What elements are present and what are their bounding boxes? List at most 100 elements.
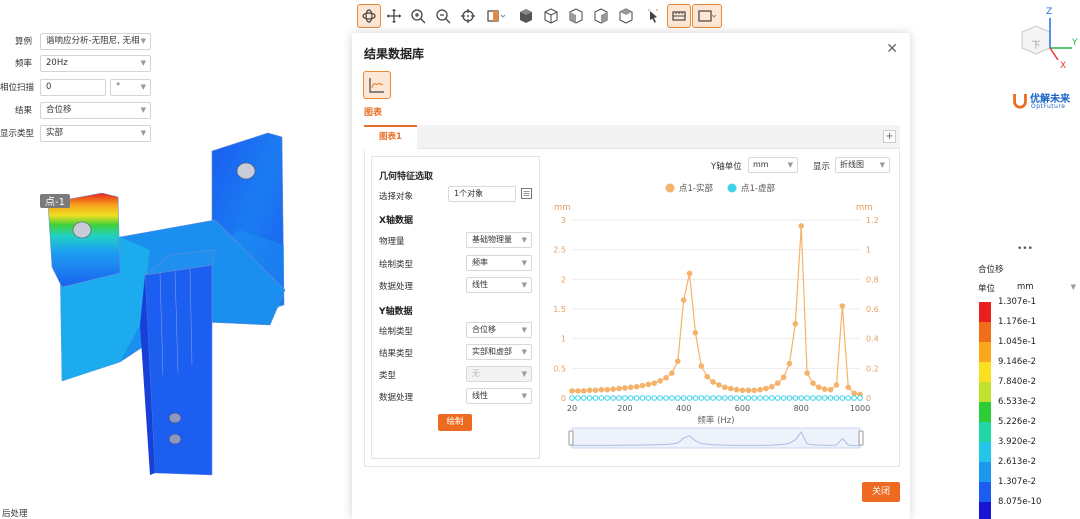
close-icon[interactable]: ✕: [886, 41, 898, 57]
draw-button[interactable]: 绘制: [438, 414, 472, 431]
y-type-select[interactable]: 无 ▼: [466, 366, 532, 382]
cube-side-button[interactable]: [564, 4, 588, 28]
zoom-in-button[interactable]: [406, 4, 430, 28]
colorbar-value: 1.307e-2: [998, 477, 1037, 487]
section-icon: [487, 10, 506, 22]
series-point: [751, 387, 758, 394]
param-row-phase: 相位扫描 0 ° ▼: [0, 78, 160, 96]
x-quantity-select[interactable]: 基础物理量 ▼: [466, 232, 532, 248]
x-plot-type-select[interactable]: 频率 ▼: [466, 255, 532, 271]
series-point: [839, 303, 846, 309]
series-point: [586, 387, 593, 394]
x-tick-label: 200: [617, 404, 632, 413]
y-plot-type-select[interactable]: 合位移 ▼: [466, 322, 532, 338]
tab-chart1[interactable]: 图表1: [364, 125, 417, 149]
chevron-down-icon: ▼: [879, 161, 885, 169]
display-button[interactable]: [692, 4, 722, 28]
select-button[interactable]: [641, 4, 665, 28]
section-button[interactable]: [481, 4, 511, 28]
y-type-label: 类型: [379, 371, 397, 381]
series-point: [639, 395, 646, 401]
series-point: [627, 395, 634, 401]
phase-unit-select[interactable]: ° ▼: [110, 78, 151, 96]
y-result-type-select[interactable]: 实部和虚部 ▼: [466, 344, 532, 360]
cube-top-button[interactable]: [589, 4, 613, 28]
target-button[interactable]: [456, 4, 480, 28]
series-point: [692, 395, 699, 401]
colorbar-swatch: [979, 322, 991, 342]
y-plot-type-label: 绘制类型: [379, 327, 414, 337]
cube-top-icon: [594, 8, 608, 24]
display-mode-select[interactable]: 折线图 ▼: [835, 157, 890, 173]
zoom-out-button[interactable]: [431, 4, 455, 28]
x-section-title: X轴数据: [379, 216, 413, 226]
legend-unit-label: 单位: [978, 284, 996, 294]
x-plot-type-value: 频率: [472, 258, 488, 267]
series-point: [804, 370, 810, 376]
x-processing-select[interactable]: 线性 ▼: [466, 277, 532, 293]
y-axis-label: Y: [1071, 38, 1078, 48]
colorbar-value: 1.176e-1: [998, 317, 1037, 327]
chevron-down-icon: ▼: [521, 392, 527, 400]
rotate-button[interactable]: [357, 4, 381, 28]
y-result-type-label: 结果类型: [379, 349, 414, 359]
legend-label: 点1-实部: [679, 183, 713, 194]
navigator-handle-left: [568, 430, 574, 446]
display-mode-value: 折线图: [840, 160, 864, 169]
phase-input[interactable]: 0: [40, 78, 106, 96]
select-object-field[interactable]: 1个对象: [448, 186, 516, 202]
legend-menu-icon[interactable]: •••: [1017, 244, 1033, 254]
pan-button[interactable]: [382, 4, 406, 28]
legend-label: 点1-虚部: [741, 183, 775, 194]
result-select[interactable]: 合位移 ▼: [40, 101, 151, 119]
model-viewport[interactable]: 点-1: [0, 125, 352, 519]
series-point: [780, 374, 787, 381]
model-hole-left: [72, 221, 92, 239]
zoom-in-icon: [411, 9, 426, 24]
cube-front-icon: [544, 8, 558, 24]
chart-tool-button[interactable]: [363, 71, 391, 99]
add-tab-button[interactable]: +: [883, 130, 896, 143]
brand-logo-icon: [1013, 94, 1027, 109]
x-tick-label: 600: [735, 404, 750, 413]
series-point: [686, 270, 693, 277]
series-point: [727, 395, 734, 401]
view-triad[interactable]: 下 Z Y X: [1010, 4, 1080, 74]
line-chart[interactable]: 点1-实部 点1-虚部 mm mm 0 0.5 1 1.5 2 2.5 3 0 0.2 0.4 0.6 0.8…: [542, 178, 892, 463]
series-point: [774, 380, 781, 386]
series-point: [627, 384, 634, 391]
series-point: [680, 395, 687, 401]
series-line: [572, 225, 861, 396]
chevron-down-icon: ▼: [140, 58, 146, 67]
cube-iso-button[interactable]: [614, 4, 638, 28]
list-icon[interactable]: [521, 188, 532, 199]
series-point: [722, 384, 728, 391]
y-processing-select[interactable]: 线性 ▼: [466, 388, 532, 404]
y-left-tick: 1.5: [553, 305, 566, 314]
y-right-unit: mm: [856, 203, 873, 213]
case-select[interactable]: 谐响应分析-无阻尼, 无相 ▼: [40, 32, 151, 50]
series-point: [569, 388, 575, 394]
param-row-result: 结果 合位移 ▼: [0, 101, 160, 119]
frequency-select[interactable]: 20Hz ▼: [40, 54, 151, 72]
y-unit-select[interactable]: mm ▼: [748, 157, 798, 173]
legend-unit-select[interactable]: mm ▼: [1017, 280, 1076, 294]
measure-button[interactable]: [667, 4, 691, 28]
colorbar-swatch: [979, 342, 991, 362]
series-point: [733, 386, 740, 393]
series-point: [745, 395, 752, 401]
colorbar-swatch: [979, 442, 991, 462]
x-processing-value: 线性: [472, 280, 488, 289]
colorbar-swatch: [979, 402, 991, 422]
series-point: [727, 385, 734, 392]
dialog-close-button[interactable]: 关闭: [862, 482, 900, 502]
x-tick-label: 1000: [850, 404, 870, 413]
cube-solid-button[interactable]: [514, 4, 538, 28]
colorbar-swatch: [979, 422, 991, 442]
series-point: [786, 395, 793, 401]
geom-section-title: 几何特征选取: [379, 172, 434, 182]
cube-front-button[interactable]: [539, 4, 563, 28]
series-point: [692, 329, 699, 336]
chart-tool-label: 图表: [364, 108, 383, 118]
result-select-value: 合位移: [46, 104, 72, 115]
